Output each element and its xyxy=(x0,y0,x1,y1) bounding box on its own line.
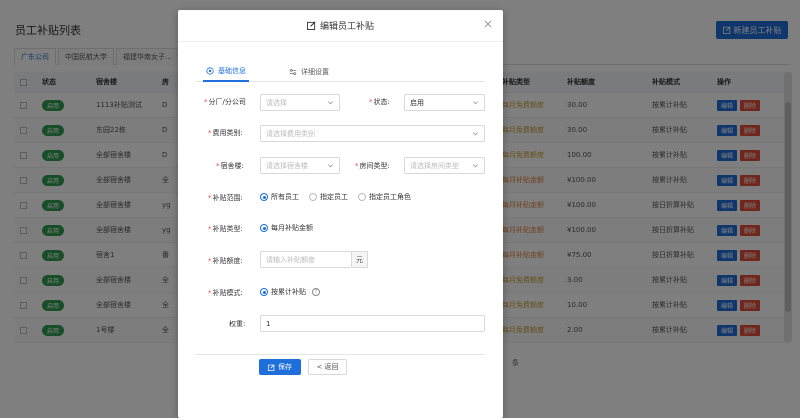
chevron-down-icon xyxy=(328,101,333,105)
range-role-radio[interactable]: 指定员工角色 xyxy=(358,192,411,202)
fee-type-label-text: 费用类别: xyxy=(212,129,243,137)
save-button[interactable]: 保存 xyxy=(259,359,301,375)
subsidy-type-monthly-radio[interactable]: 每月补贴金额 xyxy=(260,223,313,233)
building-label-text: 宿舍楼: xyxy=(220,162,244,170)
footer-divider xyxy=(195,354,485,355)
branch-select[interactable]: 请选择 xyxy=(260,94,340,111)
branch-label: *分厂/分公司 xyxy=(204,98,246,106)
mode-cumulative-radio[interactable]: 按累计补贴? xyxy=(260,287,320,297)
chevron-down-icon xyxy=(473,101,478,105)
building-select[interactable]: 请选择宿舍楼 xyxy=(260,157,340,174)
mode-cumulative-label: 按累计补贴 xyxy=(271,288,306,296)
weight-value: 1 xyxy=(266,319,271,328)
range-specific-label: 指定员工 xyxy=(320,193,348,201)
state-label: *状态: xyxy=(369,98,390,106)
edit-icon xyxy=(306,21,316,30)
state-value: 启用 xyxy=(410,98,424,107)
mode-radio-group: 按累计补贴? xyxy=(260,287,320,297)
weight-input[interactable]: 1 xyxy=(260,315,485,332)
dialog-header: 编辑员工补贴 xyxy=(178,10,503,42)
building-label: *宿舍楼: xyxy=(216,162,244,170)
range-label: *补贴范围: xyxy=(208,194,243,202)
edit-subsidy-dialog: 编辑员工补贴 基础信息 详细设置 *分厂/分公司 请选择 *状态: 启用 *费用… xyxy=(178,10,503,418)
range-role-label: 指定员工角色 xyxy=(369,193,411,201)
subsidy-type-radio-group: 每月补贴金额 xyxy=(260,223,313,233)
amount-label-text: 补贴额度: xyxy=(212,257,243,265)
fee-type-placeholder: 请选择费用类别 xyxy=(266,129,315,138)
subsidy-type-label: *补贴类型: xyxy=(208,225,243,233)
range-all-radio[interactable]: 所有员工 xyxy=(260,192,299,202)
room-type-label: *房间类型: xyxy=(355,162,390,170)
settings-icon xyxy=(289,69,297,75)
state-label-text: 状态: xyxy=(373,98,390,106)
close-icon[interactable] xyxy=(481,17,495,31)
mode-label-text: 补贴模式: xyxy=(212,289,243,297)
range-specific-radio[interactable]: 指定员工 xyxy=(309,192,348,202)
state-select[interactable]: 启用 xyxy=(404,94,485,111)
range-all-label: 所有员工 xyxy=(271,193,299,201)
tab-detail-settings[interactable]: 详细设置 xyxy=(289,62,329,82)
room-type-placeholder: 请选择房间类型 xyxy=(410,161,459,170)
edit-icon xyxy=(268,363,275,371)
room-type-select[interactable]: 请选择房间类型 xyxy=(404,157,485,174)
save-label: 保存 xyxy=(278,363,292,371)
amount-unit: 元 xyxy=(352,251,368,268)
back-button[interactable]: < 返回 xyxy=(308,359,347,375)
tab-detail-label: 详细设置 xyxy=(301,68,329,76)
building-placeholder: 请选择宿舍楼 xyxy=(266,161,308,170)
fee-type-select[interactable]: 请选择费用类别 xyxy=(260,125,485,142)
target-icon xyxy=(206,67,214,75)
branch-placeholder: 请选择 xyxy=(266,98,287,107)
dialog-tabs: 基础信息 详细设置 xyxy=(195,62,485,82)
room-type-label-text: 房间类型: xyxy=(359,162,390,170)
amount-input[interactable]: 请输入补贴额度 xyxy=(260,251,352,268)
dialog-title: 编辑员工补贴 xyxy=(319,22,374,32)
amount-label: *补贴额度: xyxy=(208,257,243,265)
help-icon[interactable]: ? xyxy=(312,288,320,296)
mode-label: *补贴模式: xyxy=(208,289,243,297)
tab-basic-info[interactable]: 基础信息 xyxy=(203,62,249,82)
weight-label: 权重: xyxy=(229,320,246,328)
branch-label-text: 分厂/分公司 xyxy=(208,98,246,106)
tab-basic-label: 基础信息 xyxy=(218,67,246,75)
chevron-down-icon xyxy=(328,164,333,168)
subsidy-type-label-text: 补贴类型: xyxy=(212,225,243,233)
subsidy-type-monthly-label: 每月补贴金额 xyxy=(271,224,313,232)
amount-placeholder: 请输入补贴额度 xyxy=(266,255,315,264)
chevron-down-icon xyxy=(473,164,478,168)
fee-type-label: *费用类别: xyxy=(208,129,243,137)
range-label-text: 补贴范围: xyxy=(212,194,243,202)
range-radio-group: 所有员工 指定员工 指定员工角色 xyxy=(260,192,411,202)
chevron-down-icon xyxy=(473,132,478,136)
